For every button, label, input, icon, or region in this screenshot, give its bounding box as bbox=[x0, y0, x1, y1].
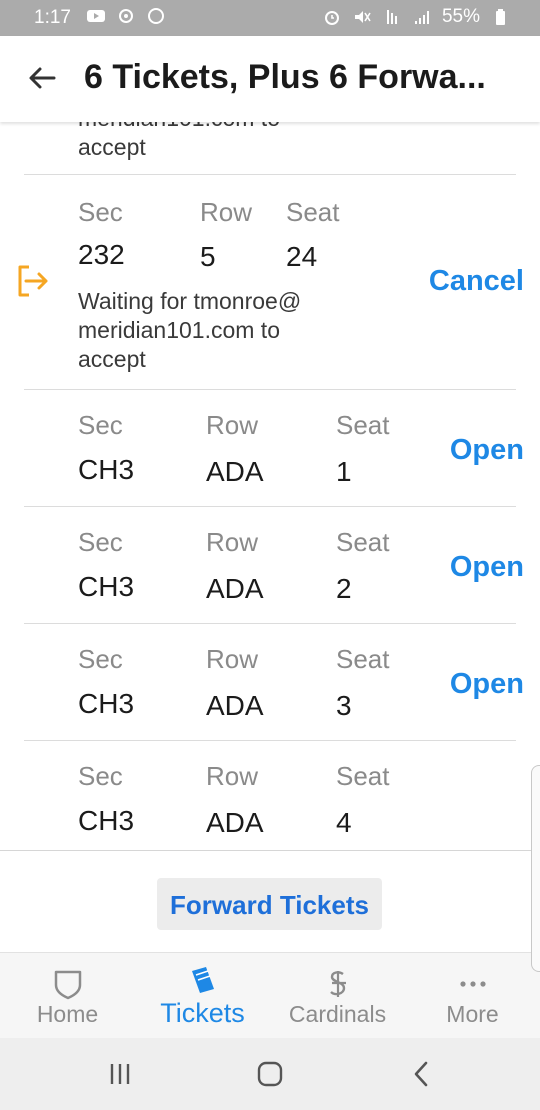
tab-more[interactable]: More bbox=[405, 953, 540, 1039]
seat-label: Seat bbox=[336, 761, 390, 791]
ticket-icon bbox=[191, 967, 214, 993]
shield-icon bbox=[54, 970, 81, 1000]
sec-value: 232 bbox=[78, 239, 125, 270]
page-title: 6 Tickets, Plus 6 Forwa... bbox=[84, 58, 486, 96]
sec-value: CH3 bbox=[78, 454, 135, 485]
alarm-icon bbox=[324, 11, 339, 25]
sec-label: Sec bbox=[78, 644, 123, 674]
open-button[interactable]: Open bbox=[450, 668, 524, 701]
waiting-text: Waiting for tmonroe@ meridian101.com to … bbox=[78, 287, 301, 374]
ticket-row: Sec Row Seat CH3 ADA 3 Open bbox=[24, 624, 524, 741]
waiting-text-line: accept bbox=[78, 346, 146, 372]
circle-notification-icon bbox=[148, 8, 164, 24]
back-nav-icon[interactable] bbox=[404, 1058, 440, 1090]
tab-label: More bbox=[446, 1001, 499, 1027]
seat-label: Seat bbox=[336, 410, 390, 440]
row-value: ADA bbox=[206, 690, 264, 721]
data-icon bbox=[386, 10, 397, 24]
battery-icon bbox=[496, 9, 505, 25]
row-label: Row bbox=[206, 410, 259, 440]
sec-value: CH3 bbox=[78, 688, 135, 719]
tab-home[interactable]: Home bbox=[0, 953, 135, 1039]
forward-exit-icon bbox=[18, 265, 48, 297]
recent-apps-icon[interactable] bbox=[102, 1058, 138, 1090]
seat-value: 24 bbox=[286, 241, 318, 272]
stl-logo-icon bbox=[329, 971, 346, 997]
edge-panel-handle[interactable] bbox=[531, 765, 540, 972]
bottom-tab-bar: Home Tickets Cardinals More bbox=[0, 952, 540, 1039]
tab-label: Home bbox=[36, 1001, 99, 1027]
signal-icon bbox=[414, 11, 429, 24]
status-right-icons: 55% bbox=[322, 6, 510, 28]
sec-label: Sec bbox=[78, 527, 123, 557]
youtube-notification-icon bbox=[87, 10, 105, 22]
row-label: Row bbox=[206, 761, 259, 791]
status-time: 1:17 bbox=[34, 7, 71, 28]
waiting-text-line: meridian101.com to bbox=[78, 317, 280, 343]
ticket-list[interactable]: meridian101.com to accept Sec Row Seat 2… bbox=[0, 122, 540, 832]
sec-label: Sec bbox=[78, 197, 123, 227]
ticket-row-partial: meridian101.com to accept bbox=[24, 122, 516, 175]
seat-value: 4 bbox=[336, 807, 352, 832]
status-left-icons bbox=[86, 6, 166, 26]
home-button-icon[interactable] bbox=[252, 1058, 288, 1090]
seat-label: Seat bbox=[286, 197, 340, 227]
back-arrow-icon[interactable] bbox=[26, 62, 58, 94]
open-button[interactable]: Open bbox=[450, 434, 524, 467]
more-dots-icon bbox=[459, 981, 486, 987]
mute-icon bbox=[354, 11, 371, 23]
tab-label: Cardinals bbox=[288, 1001, 387, 1027]
seat-label: Seat bbox=[336, 644, 390, 674]
open-button[interactable]: Open bbox=[450, 551, 524, 584]
row-label: Row bbox=[200, 197, 253, 227]
tab-tickets[interactable]: Tickets bbox=[135, 953, 270, 1039]
row-value: ADA bbox=[206, 807, 264, 832]
seat-label: Seat bbox=[336, 527, 390, 557]
forward-area: Forward Tickets bbox=[0, 850, 540, 953]
ticket-row: Sec Row Seat CH3 ADA 4 bbox=[24, 741, 516, 832]
forward-tickets-button[interactable]: Forward Tickets bbox=[157, 878, 382, 930]
waiting-text-line: meridian101.com to bbox=[78, 122, 280, 133]
sec-label: Sec bbox=[78, 410, 123, 440]
ticket-row: Sec Row Seat CH3 ADA 2 Open bbox=[24, 507, 524, 624]
waiting-text-partial: meridian101.com to accept bbox=[78, 122, 280, 162]
row-value: 5 bbox=[200, 241, 216, 272]
ticket-row: Sec Row Seat CH3 ADA 1 Open bbox=[24, 390, 524, 507]
sec-label: Sec bbox=[78, 761, 123, 791]
ticket-row-forwarded: Sec Row Seat 232 5 24 Waiting for tmonro… bbox=[18, 175, 524, 390]
sec-value: CH3 bbox=[78, 571, 135, 602]
system-nav-bar bbox=[0, 1038, 540, 1110]
tab-label: Tickets bbox=[160, 998, 245, 1028]
waiting-text-line: accept bbox=[78, 134, 146, 160]
seat-value: 1 bbox=[336, 456, 352, 487]
row-label: Row bbox=[206, 527, 259, 557]
sec-value: CH3 bbox=[78, 805, 135, 832]
sync-notification-icon bbox=[119, 9, 133, 23]
waiting-text-line: Waiting for tmonroe@ bbox=[78, 288, 302, 314]
status-bar: 1:17 55% bbox=[0, 0, 540, 36]
row-value: ADA bbox=[206, 456, 264, 487]
app-header: 6 Tickets, Plus 6 Forwa... bbox=[0, 36, 540, 122]
row-value: ADA bbox=[206, 573, 264, 604]
row-label: Row bbox=[206, 644, 259, 674]
seat-value: 3 bbox=[336, 690, 352, 721]
seat-value: 2 bbox=[336, 573, 352, 604]
cancel-button[interactable]: Cancel bbox=[429, 265, 524, 298]
battery-level: 55% bbox=[441, 6, 480, 27]
tab-cardinals[interactable]: Cardinals bbox=[270, 953, 405, 1039]
